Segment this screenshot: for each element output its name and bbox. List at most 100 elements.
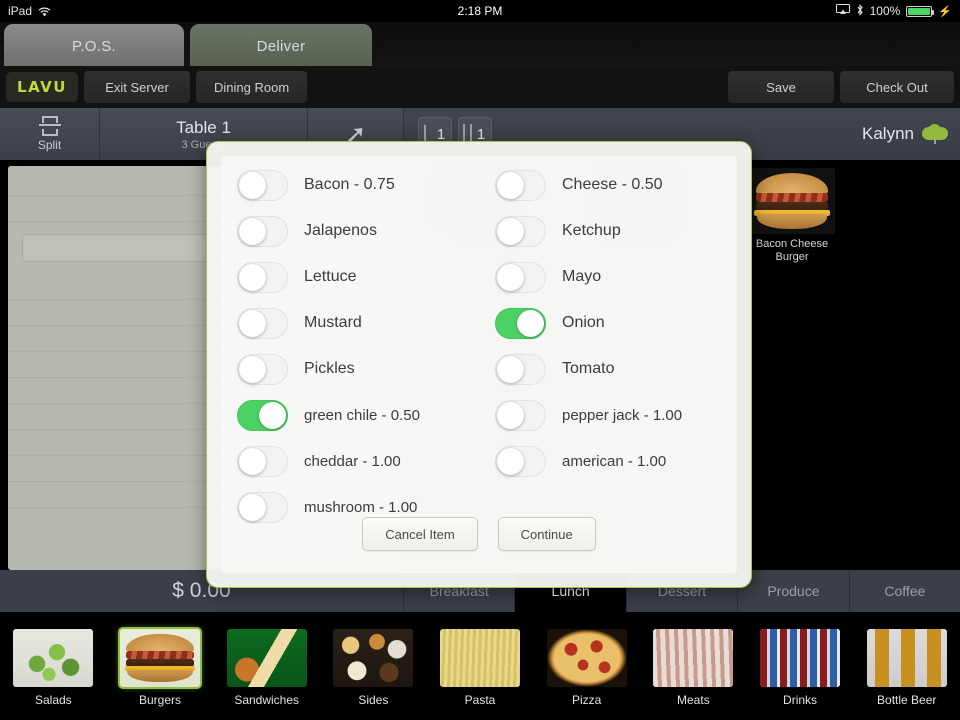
- menu-item-bacon-cheese-burger[interactable]: Bacon Cheese Burger: [744, 168, 840, 263]
- device-name: iPad: [8, 4, 33, 18]
- category-salads[interactable]: Salads: [0, 612, 107, 720]
- toggle-mustard[interactable]: [237, 307, 288, 339]
- split-label: Split: [37, 138, 62, 152]
- toggle-jalapenos[interactable]: [237, 215, 288, 247]
- battery-percent: 100%: [869, 4, 901, 18]
- toggle-green-chile[interactable]: [237, 399, 288, 431]
- category-thumbnail: [118, 627, 202, 689]
- modifier-row-bacon[interactable]: Bacon - 0.75: [221, 162, 479, 208]
- modifier-label: Lettuce: [304, 268, 357, 285]
- save-label: Save: [766, 79, 796, 95]
- battery-icon: [906, 5, 935, 17]
- modifier-row-ketchup[interactable]: Ketchup: [479, 208, 737, 254]
- modifier-label: Mayo: [562, 268, 602, 285]
- category-thumbnail: [440, 629, 521, 687]
- modifier-row-cheddar[interactable]: cheddar - 1.00: [221, 438, 479, 484]
- category-thumbnail: [226, 629, 307, 687]
- modifier-row-jalapenos[interactable]: Jalapenos: [221, 208, 479, 254]
- modifier-label: american - 1.00: [562, 452, 667, 470]
- category-sides[interactable]: Sides: [320, 612, 427, 720]
- modifier-dialog: Burger Lil' Burger Cheese Burger Bacon -…: [206, 141, 752, 588]
- check-out-label: Check Out: [866, 79, 928, 95]
- ios-status-bar: iPad 2:18 PM 100% ⚡: [0, 0, 960, 22]
- modifier-label: Jalapenos: [304, 222, 377, 239]
- cloud-sync-icon[interactable]: [922, 124, 948, 144]
- modifier-label: Cheese - 0.50: [562, 176, 663, 193]
- category-label: Pasta: [464, 693, 496, 707]
- seat-1-label: 1: [436, 125, 446, 143]
- modifier-label: Ketchup: [562, 222, 621, 239]
- modifier-row-onion[interactable]: Onion: [479, 300, 737, 346]
- modifier-row-lettuce[interactable]: Lettuce: [221, 254, 479, 300]
- modifier-label: Onion: [562, 314, 605, 331]
- modal-action-buttons: Cancel Item Continue: [221, 517, 737, 551]
- seat-2-label: 1: [476, 125, 486, 143]
- save-button[interactable]: Save: [728, 71, 834, 103]
- modifier-label: Tomato: [562, 360, 615, 377]
- category-label: Burgers: [138, 693, 182, 707]
- toggle-pepper-jack[interactable]: [495, 399, 546, 431]
- category-strip: Salads Burgers Sandwiches Sides Pasta Pi…: [0, 612, 960, 720]
- cancel-item-label: Cancel Item: [385, 526, 455, 542]
- check-out-button[interactable]: Check Out: [840, 71, 954, 103]
- current-user[interactable]: Kalynn: [862, 108, 960, 160]
- exit-server-label: Exit Server: [105, 79, 169, 95]
- toggle-cheddar[interactable]: [237, 445, 288, 477]
- modifier-row-mustard[interactable]: Mustard: [221, 300, 479, 346]
- modifier-label: Bacon - 0.75: [304, 176, 395, 193]
- category-thumbnail: [333, 629, 414, 687]
- modifier-column-right: Cheese - 0.50 Ketchup Mayo Onion Tomato …: [479, 162, 737, 530]
- modifier-row-mayo[interactable]: Mayo: [479, 254, 737, 300]
- menu-tab-coffee[interactable]: Coffee: [849, 570, 960, 612]
- item-label: Bacon Cheese Burger: [755, 238, 829, 263]
- tab-pos[interactable]: P.O.S.: [4, 24, 184, 68]
- toggle-tomato[interactable]: [495, 353, 546, 385]
- modifier-row-tomato[interactable]: Tomato: [479, 346, 737, 392]
- tab-deliver-label: Deliver: [256, 37, 306, 55]
- toggle-bacon[interactable]: [237, 169, 288, 201]
- continue-button[interactable]: Continue: [497, 517, 596, 551]
- toggle-lettuce[interactable]: [237, 261, 288, 293]
- toggle-pickles[interactable]: [237, 353, 288, 385]
- dining-room-button[interactable]: Dining Room: [196, 71, 308, 103]
- category-burgers[interactable]: Burgers: [107, 612, 214, 720]
- modifier-column-left: Bacon - 0.75 Jalapenos Lettuce Mustard P…: [221, 162, 479, 530]
- category-label: Drinks: [783, 693, 818, 707]
- category-sandwiches[interactable]: Sandwiches: [213, 612, 320, 720]
- category-pizza[interactable]: Pizza: [533, 612, 640, 720]
- category-bottle-beer[interactable]: Bottle Beer: [853, 612, 960, 720]
- menu-tab-produce[interactable]: Produce: [738, 570, 850, 612]
- category-drinks[interactable]: Drinks: [747, 612, 854, 720]
- bluetooth-icon: [856, 3, 864, 19]
- continue-label: Continue: [520, 526, 573, 542]
- status-left: iPad: [8, 4, 51, 18]
- table-name: Table 1: [176, 117, 231, 137]
- toggle-onion[interactable]: [495, 307, 546, 339]
- lavu-logo[interactable]: LAVU: [6, 72, 78, 102]
- cancel-item-button[interactable]: Cancel Item: [362, 517, 478, 551]
- split-button[interactable]: Split: [0, 108, 100, 160]
- status-clock: 2:18 PM: [457, 4, 503, 18]
- modifier-row-cheese[interactable]: Cheese - 0.50: [479, 162, 737, 208]
- toggle-cheese[interactable]: [495, 169, 546, 201]
- item-thumbnail: [749, 168, 835, 234]
- modifier-panel: Bacon - 0.75 Jalapenos Lettuce Mustard P…: [221, 156, 737, 573]
- category-label: Meats: [677, 693, 710, 707]
- category-pasta[interactable]: Pasta: [427, 612, 534, 720]
- category-label: Pizza: [572, 693, 602, 707]
- tab-deliver[interactable]: Deliver: [190, 24, 372, 68]
- modifier-row-american[interactable]: american - 1.00: [479, 438, 737, 484]
- toggle-ketchup[interactable]: [495, 215, 546, 247]
- modifier-label: Pickles: [304, 360, 355, 377]
- category-thumbnail: [866, 629, 947, 687]
- modifier-row-pepper-jack[interactable]: pepper jack - 1.00: [479, 392, 737, 438]
- toggle-american[interactable]: [495, 445, 546, 477]
- airplay-icon: [835, 4, 850, 18]
- wifi-icon: [38, 6, 51, 17]
- category-meats[interactable]: Meats: [640, 612, 747, 720]
- app-tab-bar: P.O.S. Deliver: [0, 22, 960, 68]
- modifier-row-pickles[interactable]: Pickles: [221, 346, 479, 392]
- exit-server-button[interactable]: Exit Server: [84, 71, 190, 103]
- toggle-mayo[interactable]: [495, 261, 546, 293]
- modifier-row-green-chile[interactable]: green chile - 0.50: [221, 392, 479, 438]
